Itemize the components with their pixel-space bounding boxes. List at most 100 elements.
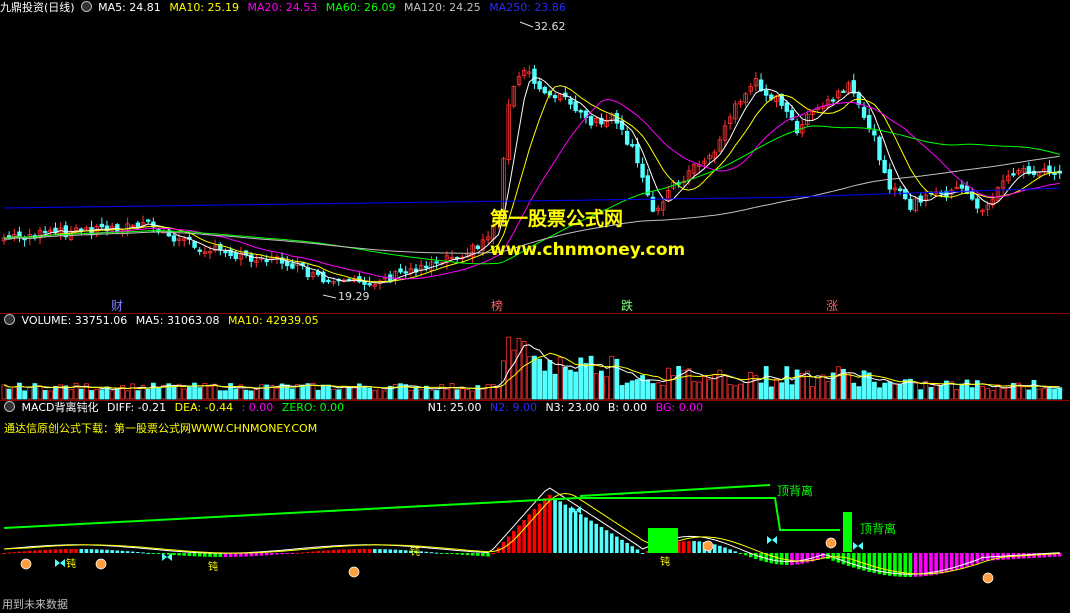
volume-bar <box>856 386 862 400</box>
volume-bar <box>233 388 239 400</box>
macd-histogram-bar <box>94 549 99 553</box>
volume-bar <box>341 385 347 400</box>
candlestick-chart[interactable] <box>0 0 1070 313</box>
flower-icon <box>348 566 360 578</box>
dull-mark-1: 钝 <box>66 559 76 570</box>
volume-bar <box>444 388 450 400</box>
volume-bar <box>377 387 383 400</box>
volume-bar <box>974 380 980 400</box>
macd-histogram-bar <box>69 549 73 553</box>
volume-bar <box>253 389 259 400</box>
volume-bar <box>871 381 877 400</box>
volume-bar <box>707 379 712 400</box>
candle-body <box>197 249 202 252</box>
volume-bar <box>99 389 105 400</box>
volume-bar <box>6 388 12 400</box>
macd-histogram-bar <box>718 545 722 553</box>
macd-histogram-bar <box>270 553 274 555</box>
macd-histogram-bar <box>548 495 552 553</box>
volume-bar <box>1031 380 1037 400</box>
volume-bar <box>655 382 661 400</box>
macd-histogram-bar <box>398 549 403 553</box>
volume-bar <box>94 388 100 400</box>
candle-body <box>233 252 238 259</box>
flower-icon <box>825 537 837 549</box>
stock-title[interactable]: 九鼎投资(日线) <box>0 1 75 14</box>
settings-gear-icon[interactable] <box>4 401 15 412</box>
event-marker-finance[interactable]: 财 <box>109 297 125 313</box>
macd-legend: MACD背离钝化 DIFF: -0.21 DEA: -0.44 : 0.00 Z… <box>0 400 708 416</box>
watermark-site-name: 第一股票公式网 <box>490 208 624 230</box>
macd-histogram-bar <box>697 541 702 553</box>
macd-histogram-bar <box>167 553 171 555</box>
candle-body <box>872 130 877 136</box>
event-marker-ranking[interactable]: 榜 <box>489 297 505 313</box>
candle-body <box>861 106 867 118</box>
volume-label: VOLUME: 33751.06 <box>21 314 128 327</box>
price-chart-pane[interactable]: 九鼎投资(日线) MA5: 24.81 MA10: 25.19 MA20: 24… <box>0 0 1070 313</box>
volume-bar <box>429 389 434 400</box>
macd-histogram-bar <box>558 501 562 553</box>
candle-body <box>635 143 640 164</box>
volume-bar <box>861 370 867 400</box>
macd-histogram-bar <box>584 517 588 553</box>
candle-body <box>362 281 367 285</box>
volume-bar <box>645 380 651 400</box>
volume-bar <box>532 355 537 400</box>
diff-label: DIFF: -0.21 <box>106 401 167 414</box>
volume-bar <box>248 390 254 400</box>
event-marker-rise[interactable]: 涨 <box>824 297 840 313</box>
macd-histogram-bar <box>445 553 449 554</box>
volume-bar <box>763 366 769 400</box>
candle-body <box>758 79 764 92</box>
macd-histogram-bar <box>136 551 140 553</box>
candle-body <box>326 279 331 283</box>
low-pointer <box>322 294 337 299</box>
macd-histogram-bar <box>115 550 120 553</box>
volume-bar <box>954 388 960 400</box>
macd-histogram-bar <box>249 553 253 557</box>
macd-histogram-bar <box>604 530 609 553</box>
macd-histogram-bar <box>357 549 362 553</box>
macd-histogram-bar <box>599 527 604 553</box>
volume-bar <box>629 380 635 400</box>
candle-body <box>764 90 769 96</box>
event-marker-fall[interactable]: 跌 <box>619 297 635 313</box>
macd-histogram-bar <box>125 551 130 553</box>
candle-body <box>908 198 913 210</box>
volume-bar <box>665 367 671 400</box>
volume-bar <box>289 388 295 400</box>
volume-bar <box>552 373 558 400</box>
volume-bar <box>434 390 440 400</box>
macd-histogram-bar <box>259 553 264 556</box>
candle-body <box>248 254 254 262</box>
candle-body <box>784 102 789 112</box>
volume-pane[interactable]: VOLUME: 33751.06 MA5: 31063.08 MA10: 429… <box>0 313 1070 400</box>
macd-pane[interactable]: MACD背离钝化 DIFF: -0.21 DEA: -0.44 : 0.00 Z… <box>0 400 1070 596</box>
macd-histogram-bar <box>141 552 145 554</box>
volume-bar <box>810 386 815 400</box>
settings-gear-icon[interactable] <box>80 1 92 12</box>
volume-bar <box>454 389 460 400</box>
macd-histogram-bar <box>74 549 78 553</box>
candle-body <box>1011 173 1016 176</box>
volume-bar <box>938 385 944 400</box>
macd-histogram-bar <box>640 553 645 554</box>
macd-histogram-bar <box>893 553 897 577</box>
macd-histogram-bar <box>970 553 974 566</box>
candle-body <box>877 136 882 161</box>
macd-histogram-bar <box>182 553 187 556</box>
butterfly-icon <box>55 559 65 567</box>
macd-title[interactable]: MACD背离钝化 <box>22 401 99 414</box>
macd-histogram-bar <box>342 549 346 553</box>
volume-bar <box>1021 386 1027 400</box>
macd-histogram-bar <box>579 514 583 553</box>
macd-histogram-bar <box>43 549 47 553</box>
settings-gear-icon[interactable] <box>4 314 15 325</box>
macd-histogram-bar <box>620 539 624 553</box>
volume-bar <box>562 367 568 400</box>
macd-histogram-bar <box>336 549 341 553</box>
volume-bar <box>439 384 445 400</box>
macd-histogram-bar <box>522 520 526 553</box>
candle-body <box>542 86 547 94</box>
